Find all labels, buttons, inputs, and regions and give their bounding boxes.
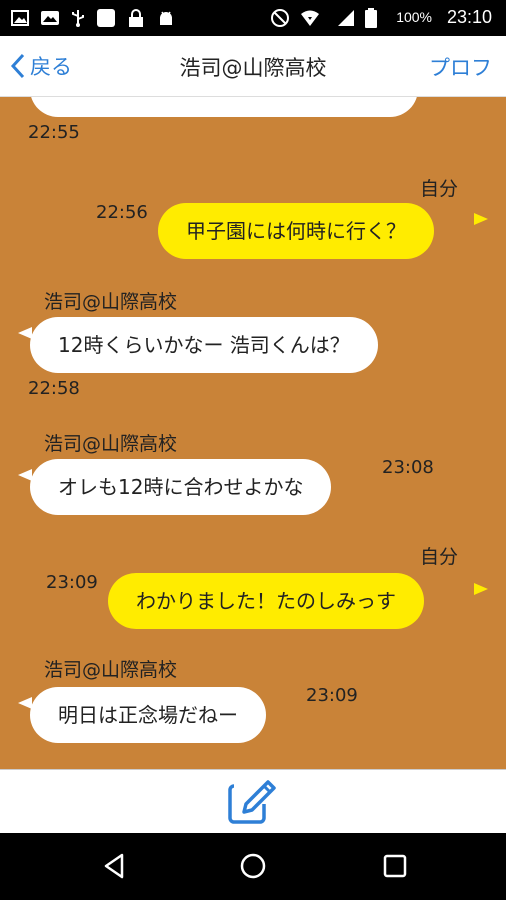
back-triangle-icon[interactable]	[100, 851, 130, 881]
message-time: 22:56	[96, 202, 148, 223]
lock-icon	[129, 9, 143, 27]
message-time: 23:08	[382, 457, 434, 478]
message-bubble-own[interactable]: わかりました！たのしみっす	[108, 573, 424, 629]
message-bubble-other[interactable]: 明日は正念場だねー	[30, 687, 266, 743]
wifi-icon	[301, 10, 319, 26]
square-icon	[97, 9, 115, 27]
message-bubble-other[interactable]: 12時くらいかなー 浩司くんは？	[30, 317, 378, 373]
message-bubble-other[interactable]: オレも12時に合わせよかな	[30, 459, 332, 515]
signal-icon	[338, 10, 354, 26]
system-nav-bar	[0, 833, 506, 900]
recents-square-icon[interactable]	[380, 851, 410, 881]
chat-header: 戻る 浩司@山際高校 プロフ	[0, 36, 506, 97]
clock: 23:10	[446, 7, 492, 27]
home-circle-icon[interactable]	[238, 851, 268, 881]
image-icon	[11, 10, 29, 26]
profile-button[interactable]: プロフ	[429, 52, 492, 82]
message-sender: 自分	[420, 178, 459, 200]
bubble-tail	[474, 213, 488, 225]
android-icon	[160, 11, 172, 25]
status-bar: 100% 23:10	[0, 0, 506, 36]
partial-message-bubble	[30, 97, 418, 117]
battery-level: 100%	[396, 9, 432, 25]
message-time: 23:09	[306, 685, 358, 706]
do-not-disturb-icon	[271, 9, 289, 27]
bubble-tail	[474, 583, 488, 595]
compose-bar	[0, 769, 506, 834]
photo-icon	[41, 11, 59, 25]
compose-icon[interactable]	[226, 778, 280, 826]
message-time: 22:58	[28, 378, 80, 399]
message-time: 23:09	[46, 572, 98, 593]
message-sender: 浩司@山際高校	[44, 433, 178, 455]
message-sender: 自分	[420, 546, 459, 568]
message-bubble-own[interactable]: 甲子園には何時に行く？	[158, 203, 434, 259]
usb-icon	[72, 10, 84, 27]
message-sender: 浩司@山際高校	[44, 291, 178, 313]
message-time: 22:55	[28, 122, 80, 143]
chat-area[interactable]: 22:55 自分 22:56 甲子園には何時に行く？ 浩司@山際高校 12時くら…	[0, 97, 506, 769]
battery-icon	[365, 8, 377, 28]
message-sender: 浩司@山際高校	[44, 659, 178, 681]
